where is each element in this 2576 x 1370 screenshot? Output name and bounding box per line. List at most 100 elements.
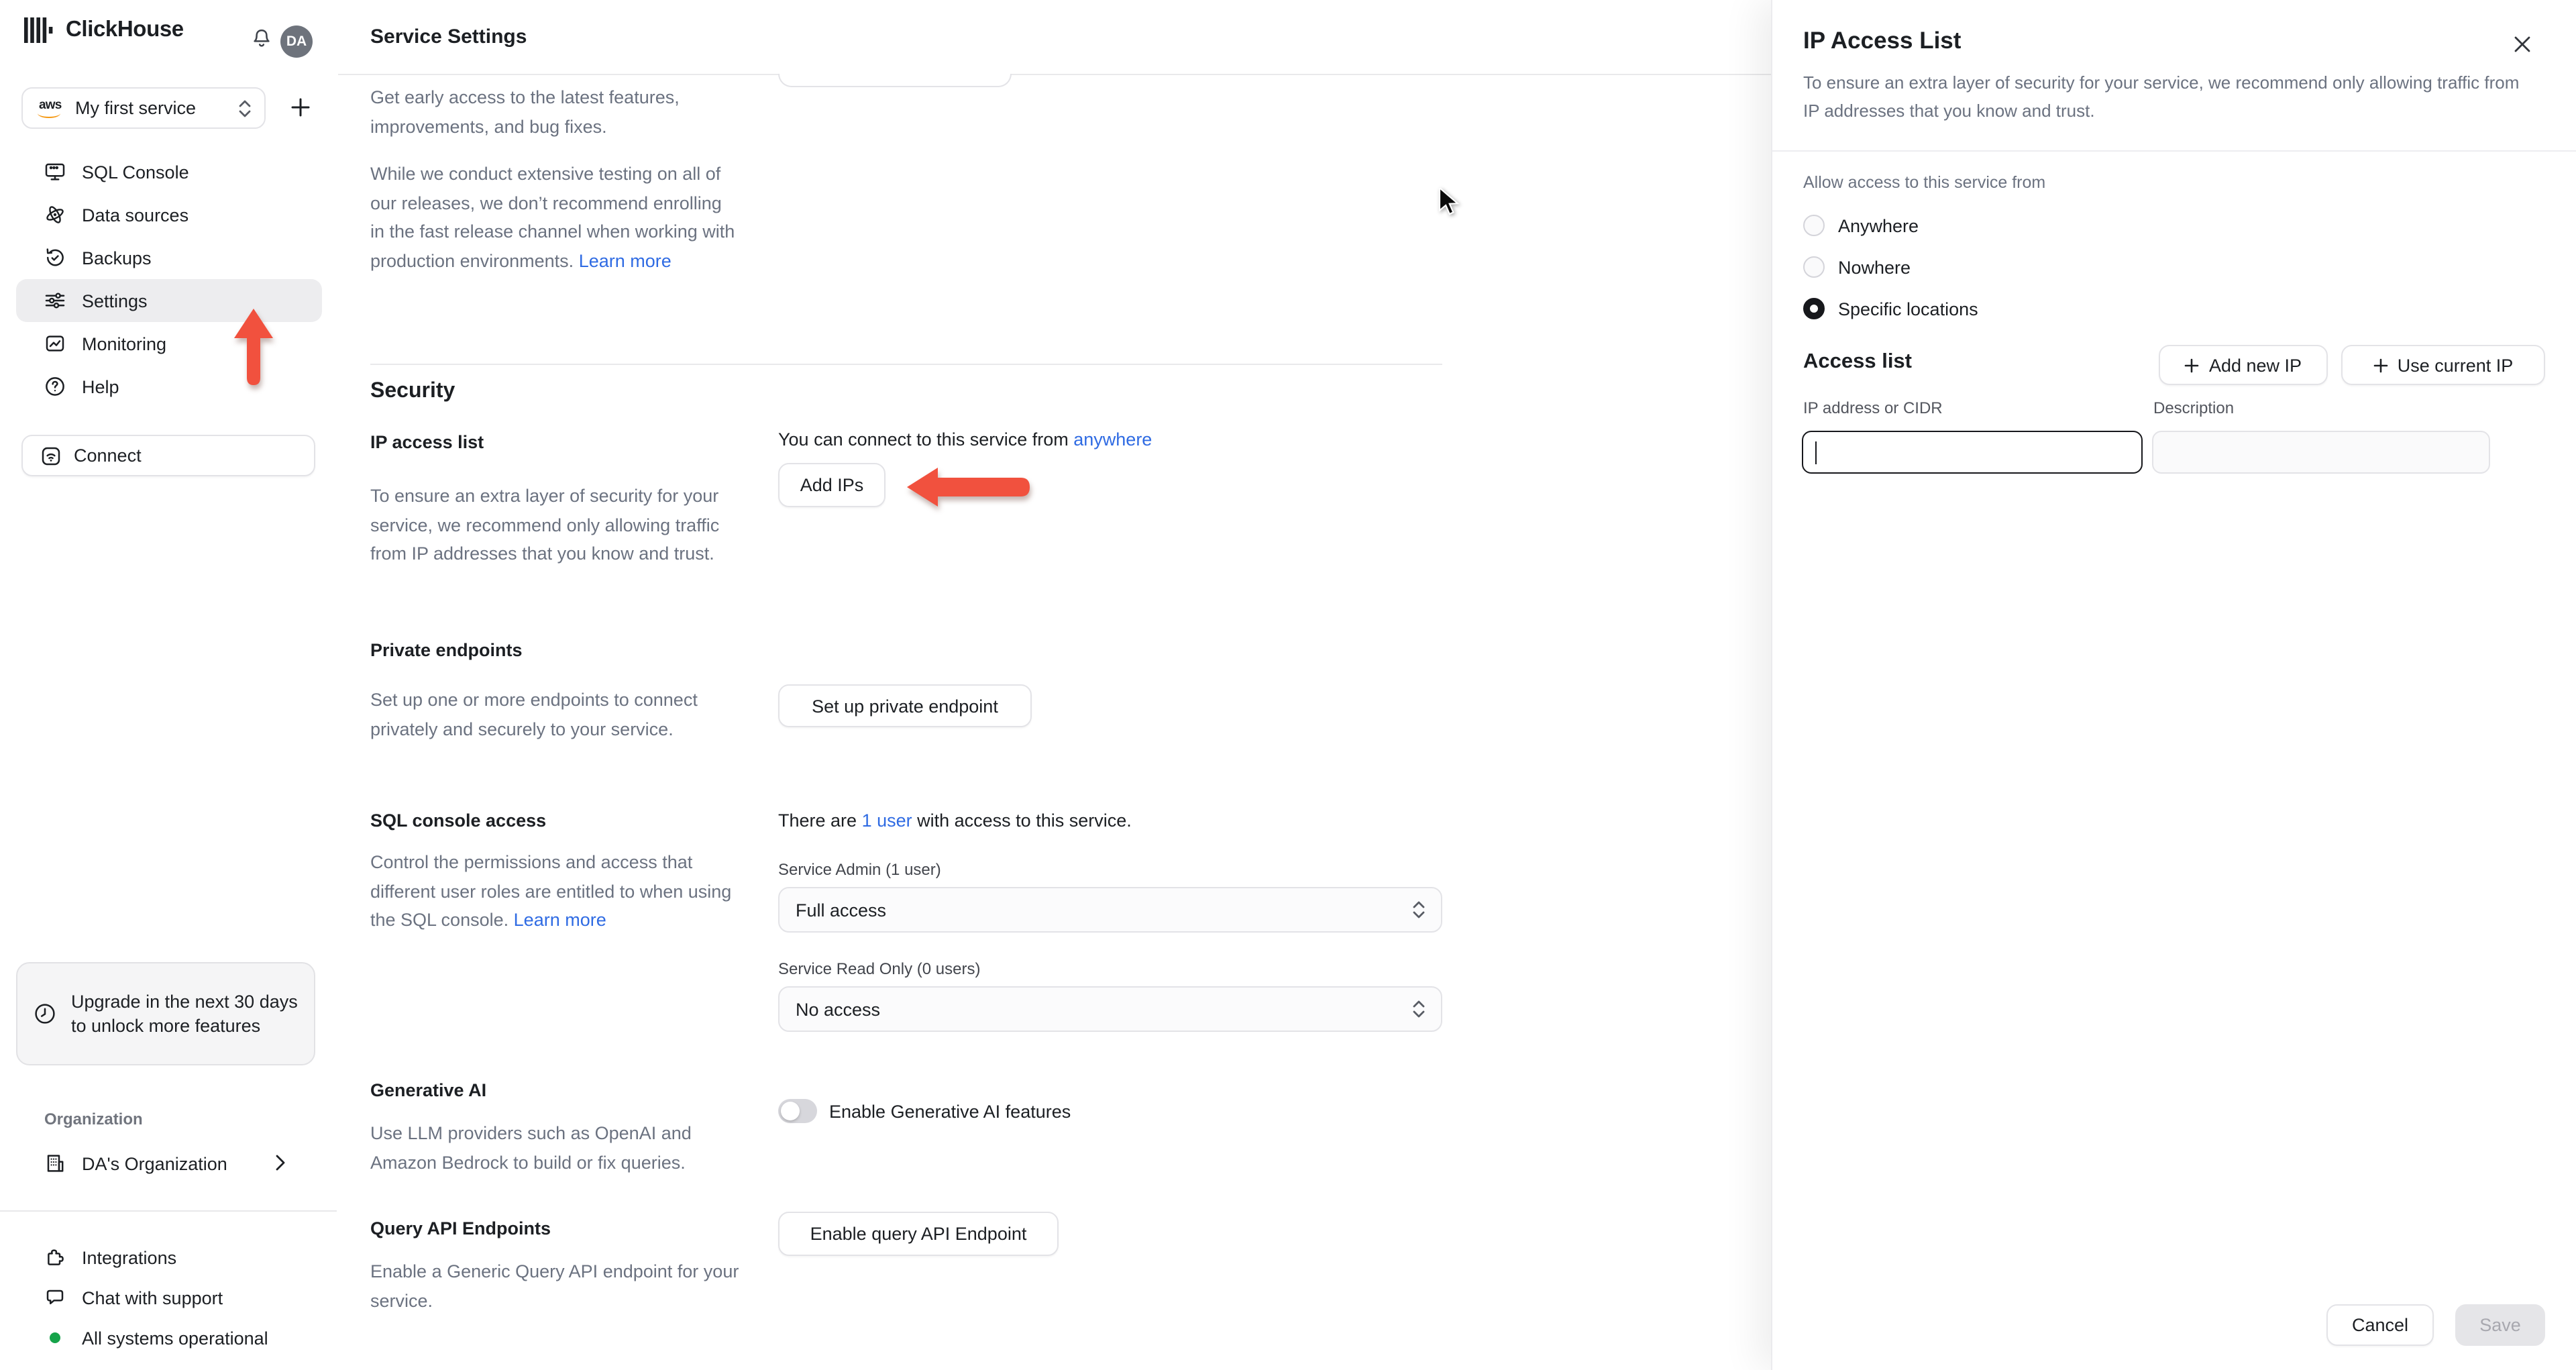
section-divider bbox=[370, 364, 1442, 365]
sql-console-icon bbox=[44, 161, 66, 182]
organization-switcher[interactable]: DA's Organization bbox=[16, 1143, 322, 1183]
connect-button[interactable]: Connect bbox=[21, 435, 315, 476]
allow-access-label: Allow access to this service from bbox=[1803, 173, 2046, 192]
private-endpoints-description: Set up one or more endpoints to connect … bbox=[370, 690, 698, 739]
radio-label: Specific locations bbox=[1838, 299, 1978, 319]
service-readonly-select[interactable]: No access bbox=[778, 986, 1442, 1032]
sidebar-item-settings[interactable]: Settings bbox=[16, 279, 322, 322]
close-icon[interactable] bbox=[2510, 32, 2534, 56]
add-ips-button[interactable]: Add IPs bbox=[778, 463, 885, 507]
chat-bubble-icon bbox=[44, 1287, 66, 1308]
learn-more-link[interactable]: Learn more bbox=[579, 250, 672, 270]
backups-history-icon bbox=[44, 247, 66, 268]
sidebar-item-help[interactable]: Help bbox=[16, 365, 322, 408]
annotation-arrow-up bbox=[234, 309, 273, 385]
integrations-label: Integrations bbox=[82, 1247, 177, 1267]
page-title: Service Settings bbox=[370, 25, 527, 48]
generative-ai-toggle[interactable] bbox=[778, 1099, 817, 1123]
status-ok-dot bbox=[50, 1332, 60, 1343]
anywhere-link[interactable]: anywhere bbox=[1073, 429, 1152, 450]
annotation-arrow-left bbox=[907, 468, 1030, 507]
access-list-heading: Access list bbox=[1803, 350, 1912, 373]
sidebar-item-integrations[interactable]: Integrations bbox=[16, 1237, 322, 1277]
sidebar-item-data-sources[interactable]: Data sources bbox=[16, 193, 322, 236]
ip-cidr-label: IP address or CIDR bbox=[1803, 399, 1943, 417]
ip-access-list-drawer: IP Access List To ensure an extra layer … bbox=[1771, 0, 2576, 1370]
service-admin-value: Full access bbox=[796, 900, 887, 920]
system-status-label: All systems operational bbox=[82, 1328, 268, 1348]
chevron-updown-icon bbox=[1413, 1000, 1425, 1018]
sql-console-access-label: SQL console access bbox=[370, 810, 547, 831]
upgrade-notice-text: Upgrade in the next 30 days to unlock mo… bbox=[71, 992, 298, 1035]
sidebar-item-monitoring[interactable]: Monitoring bbox=[16, 322, 322, 365]
chat-support-label: Chat with support bbox=[82, 1287, 223, 1308]
plus-icon bbox=[2185, 358, 2200, 372]
private-endpoints-label: Private endpoints bbox=[370, 640, 523, 660]
upgrade-notice[interactable]: Upgrade in the next 30 days to unlock mo… bbox=[16, 962, 315, 1065]
organization-section-label: Organization bbox=[44, 1110, 143, 1128]
ip-cidr-input[interactable] bbox=[1802, 431, 2143, 474]
description-input[interactable] bbox=[2152, 431, 2490, 474]
setup-private-endpoint-button[interactable]: Set up private endpoint bbox=[778, 684, 1032, 727]
system-status-row[interactable]: All systems operational bbox=[16, 1318, 322, 1358]
service-admin-select[interactable]: Full access bbox=[778, 887, 1442, 933]
radio-circle bbox=[1803, 256, 1825, 278]
integrations-puzzle-icon bbox=[44, 1247, 66, 1268]
radio-nowhere[interactable]: Nowhere bbox=[1803, 250, 1911, 284]
service-selector-label: My first service bbox=[75, 98, 197, 118]
sidebar-item-chat-support[interactable]: Chat with support bbox=[16, 1277, 322, 1318]
learn-more-link[interactable]: Learn more bbox=[514, 910, 606, 930]
sql-access-status: There are 1 user with access to this ser… bbox=[778, 810, 1132, 831]
user-avatar[interactable]: DA bbox=[280, 25, 313, 58]
sidebar-item-sql-console[interactable]: SQL Console bbox=[16, 150, 322, 193]
radio-anywhere[interactable]: Anywhere bbox=[1803, 208, 1919, 243]
sidebar-item-label: Settings bbox=[82, 291, 148, 311]
drawer-description: To ensure an extra layer of security for… bbox=[1803, 72, 2520, 120]
query-api-label: Query API Endpoints bbox=[370, 1218, 551, 1239]
sidebar-item-label: Help bbox=[82, 376, 119, 397]
text-caret bbox=[1815, 441, 1817, 464]
organization-building-icon bbox=[44, 1153, 66, 1174]
plus-icon bbox=[2373, 358, 2388, 372]
query-api-description: Enable a Generic Query API endpoint for … bbox=[370, 1261, 739, 1310]
help-icon bbox=[44, 376, 66, 397]
security-heading: Security bbox=[370, 380, 455, 403]
sidebar-item-label: SQL Console bbox=[82, 162, 189, 182]
enable-query-api-button[interactable]: Enable query API Endpoint bbox=[778, 1212, 1059, 1256]
radio-label: Anywhere bbox=[1838, 215, 1919, 235]
cancel-button[interactable]: Cancel bbox=[2326, 1304, 2434, 1346]
clickhouse-logo-icon bbox=[24, 16, 55, 44]
use-current-ip-button[interactable]: Use current IP bbox=[2341, 345, 2545, 385]
chevron-right-icon bbox=[275, 1154, 286, 1171]
service-readonly-label: Service Read Only (0 users) bbox=[778, 959, 981, 978]
release-channel-paragraph-1: Get early access to the latest features,… bbox=[370, 87, 680, 136]
release-channel-select-cutoff[interactable] bbox=[778, 74, 1012, 87]
one-user-link[interactable]: 1 user bbox=[862, 810, 912, 831]
radio-circle bbox=[1803, 298, 1825, 319]
sidebar-item-label: Monitoring bbox=[82, 333, 167, 354]
sql-access-description: Control the permissions and access that … bbox=[370, 852, 732, 930]
add-new-ip-button[interactable]: Add new IP bbox=[2159, 345, 2328, 385]
generative-ai-description: Use LLM providers such as OpenAI and Ama… bbox=[370, 1123, 692, 1172]
ip-access-list-label: IP access list bbox=[370, 432, 484, 452]
generative-ai-label: Generative AI bbox=[370, 1080, 487, 1100]
organization-name: DA's Organization bbox=[82, 1153, 227, 1173]
settings-sliders-icon bbox=[44, 290, 66, 311]
service-admin-label: Service Admin (1 user) bbox=[778, 860, 941, 879]
description-label: Description bbox=[2153, 399, 2235, 417]
notifications-bell-icon[interactable] bbox=[251, 28, 272, 51]
radio-specific-locations[interactable]: Specific locations bbox=[1803, 291, 1978, 326]
radio-label: Nowhere bbox=[1838, 257, 1911, 277]
data-sources-icon bbox=[44, 204, 66, 225]
page-header: Service Settings bbox=[338, 0, 1771, 75]
service-selector[interactable]: aws My first service bbox=[21, 87, 266, 129]
add-service-button[interactable] bbox=[290, 93, 319, 122]
chevron-updown-icon bbox=[239, 99, 251, 117]
sidebar: ClickHouse DA aws My first service SQL C… bbox=[0, 0, 339, 1370]
connect-icon bbox=[40, 445, 62, 466]
save-button[interactable]: Save bbox=[2455, 1304, 2545, 1346]
service-readonly-value: No access bbox=[796, 999, 881, 1019]
sidebar-item-backups[interactable]: Backups bbox=[16, 236, 322, 279]
toggle-knob bbox=[781, 1102, 800, 1120]
radio-circle bbox=[1803, 215, 1825, 236]
